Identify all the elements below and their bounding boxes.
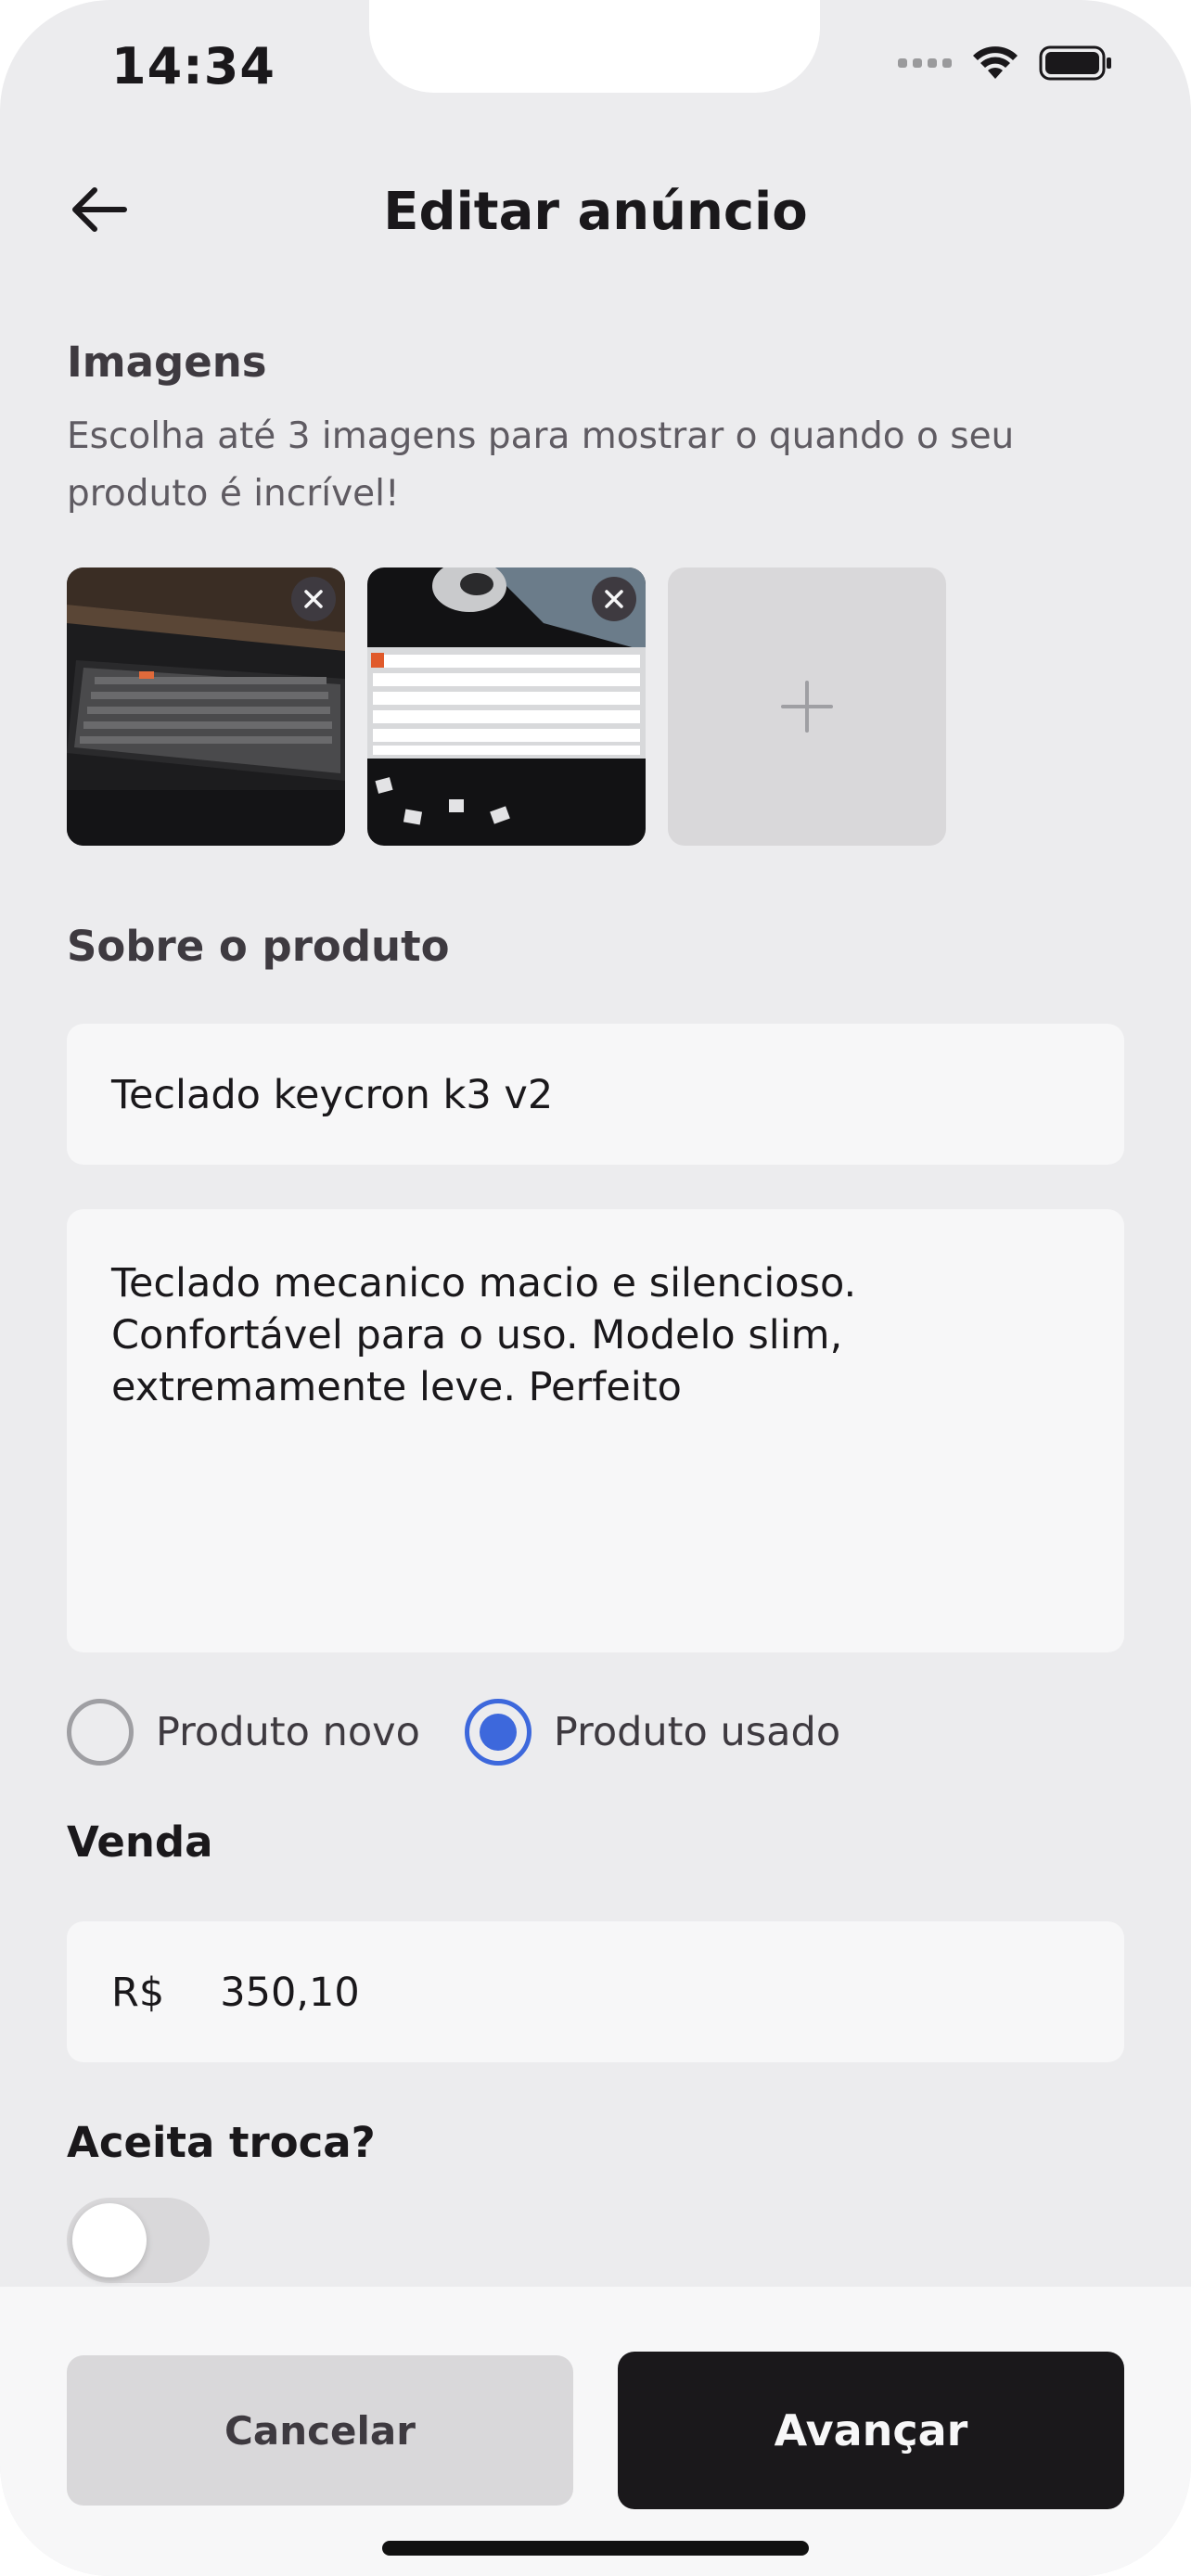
accept-trade-toggle[interactable] [67, 2198, 210, 2283]
trade-section-label: Aceita troca? [67, 2118, 376, 2167]
price-value: 350,10 [220, 1970, 360, 2016]
status-time: 14:34 [111, 37, 275, 96]
page-title: Editar anúncio [383, 182, 808, 242]
advance-button[interactable]: Avançar [618, 2352, 1124, 2509]
condition-option-used[interactable]: Produto usado [464, 1699, 841, 1766]
currency-prefix: R$ [111, 1970, 165, 2016]
wifi-icon [973, 46, 1018, 79]
cancel-button[interactable]: Cancelar [67, 2355, 573, 2506]
home-indicator[interactable] [382, 2541, 809, 2556]
radio-checked-icon [464, 1699, 531, 1766]
product-description-textarea[interactable]: Teclado mecanico macio e silencioso. Con… [67, 1209, 1124, 1652]
images-section-label: Imagens [67, 338, 267, 387]
add-image-button[interactable] [668, 567, 946, 846]
condition-radio-group: Produto novo Produto usado [67, 1699, 885, 1766]
sale-section-label: Venda [67, 1817, 213, 1867]
close-icon [304, 590, 323, 608]
product-image-1[interactable] [67, 567, 345, 846]
condition-option-label: Produto usado [553, 1709, 841, 1755]
cellular-signal-icon [898, 58, 952, 68]
product-title-input[interactable]: Teclado keycron k3 v2 [67, 1024, 1124, 1165]
product-section-label: Sobre o produto [67, 922, 450, 971]
remove-image-2-button[interactable] [592, 577, 636, 621]
condition-option-label: Produto novo [156, 1709, 420, 1755]
radio-unchecked-icon [67, 1699, 134, 1766]
product-image-2[interactable] [367, 567, 646, 846]
device-notch [369, 0, 820, 93]
status-indicators [898, 45, 1113, 82]
battery-icon [1039, 45, 1111, 81]
plus-icon [781, 681, 833, 733]
remove-image-1-button[interactable] [291, 577, 336, 621]
images-helper-text: Escolha até 3 imagens para mostrar o qua… [67, 415, 1015, 515]
condition-option-new[interactable]: Produto novo [67, 1699, 420, 1766]
app-screen: 14:34 Editar anúncio Imagens Escolha até… [0, 0, 1191, 2576]
toggle-knob [72, 2203, 147, 2277]
close-icon [605, 590, 623, 608]
price-input[interactable]: R$ 350,10 [67, 1921, 1124, 2062]
